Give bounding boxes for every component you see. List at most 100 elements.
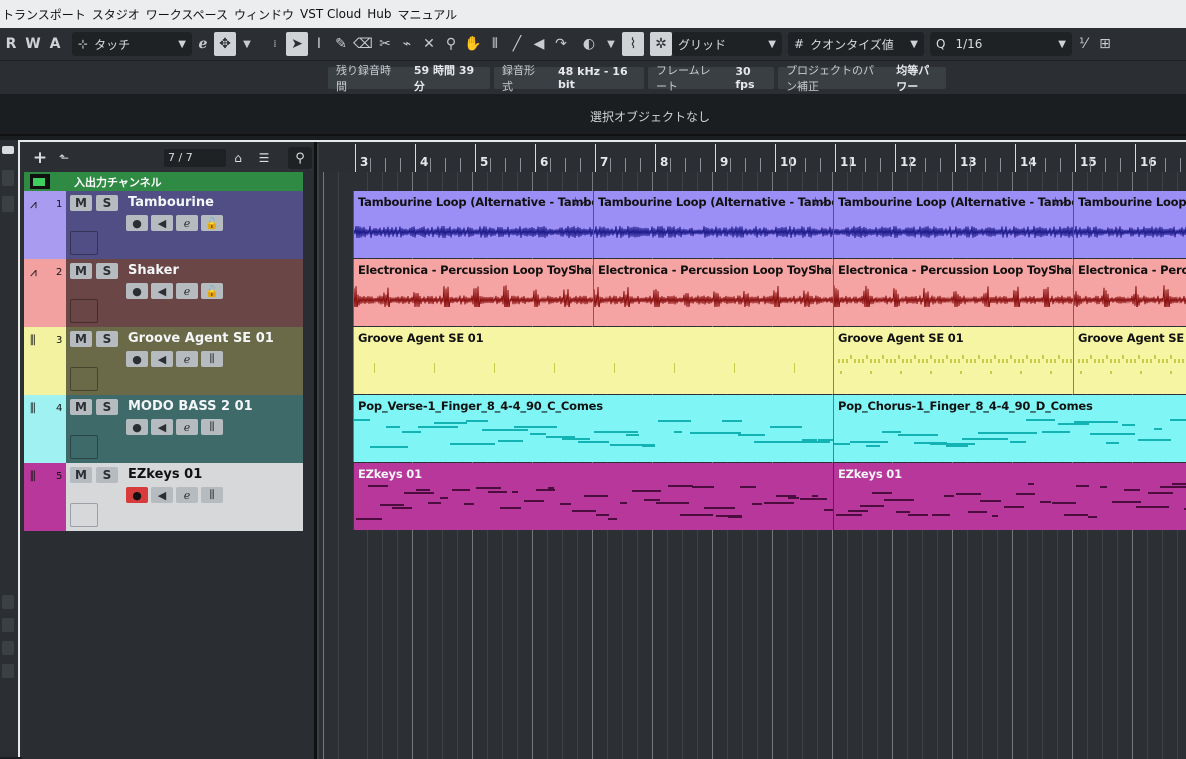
record-enable-icon[interactable]: ● [126, 487, 148, 503]
grid-icon[interactable]: ✲ [650, 32, 672, 56]
track-instrument[interactable]: ⫼ 4 M S MODO BASS 2 01 ● ◀ ℯ ⫼ [24, 395, 303, 463]
left-zone-tab[interactable] [2, 664, 14, 678]
menu-icon[interactable] [2, 146, 14, 154]
edit-in-place-icon[interactable]: ℯ [192, 32, 214, 56]
instrument-icon[interactable]: ⫼ [201, 487, 223, 503]
monitor-icon[interactable]: ◀ [151, 215, 173, 231]
search-icon[interactable]: ⚲ [288, 147, 312, 169]
io-channel-folder[interactable]: 入出力チャンネル [24, 172, 303, 191]
draw-icon[interactable]: ✎ [330, 32, 352, 56]
automation-mode-select[interactable]: ⊹ タッチ ▼ [72, 32, 192, 56]
write-automation-button[interactable]: W [22, 32, 44, 56]
midi-part[interactable]: Groove Agent SE 01 [353, 327, 833, 394]
track-instrument[interactable]: ⫼ 5 M S EZkeys 01 ● ◀ ℯ ⫼ [24, 463, 303, 531]
monitor-icon[interactable]: ◀ [151, 351, 173, 367]
left-zone-tab[interactable] [2, 595, 14, 609]
midi-part[interactable]: Pop_Chorus-1_Finger_8_4-4_90_D_Comes [833, 395, 1186, 462]
menu-workspace[interactable]: ワークスペース [146, 6, 234, 23]
menu-manual[interactable]: マニュアル [398, 6, 464, 23]
audio-event[interactable]: Tambourine Loop (Alt [1073, 191, 1186, 258]
left-zone-tab[interactable] [2, 196, 14, 212]
hand-icon[interactable]: ✋ [462, 32, 484, 56]
comp-icon[interactable]: ⫴ [484, 32, 506, 56]
mute-button[interactable]: M [70, 331, 92, 347]
instrument-icon[interactable]: ⫼ [201, 419, 223, 435]
rec-time-display[interactable]: 残り録音時間 59 時間 39 分 [328, 64, 490, 93]
menu-studio[interactable]: スタジオ [92, 6, 146, 23]
solo-button[interactable]: S [96, 331, 118, 347]
solo-button[interactable]: S [96, 399, 118, 415]
glue-icon[interactable]: ⌁ [396, 32, 418, 56]
track-name[interactable]: EZkeys 01 [128, 467, 202, 482]
track-name[interactable]: Shaker [128, 263, 179, 278]
audio-event[interactable]: Electronica - Percussion Loop ToyShak ♩ ⩘ [593, 259, 833, 326]
snap-type-select[interactable]: グリッド ▼ [672, 32, 782, 56]
lock-icon[interactable]: 🔓 [201, 283, 223, 299]
left-zone-tab[interactable] [2, 618, 14, 632]
left-zone-tab[interactable] [2, 641, 14, 655]
quantize-type-select[interactable]: # クオンタイズ値 ▼ [788, 32, 924, 56]
event-lane[interactable]: Pop_Verse-1_Finger_8_4-4_90_C_Comes Pop_C… [353, 395, 1186, 463]
solo-button[interactable]: S [96, 263, 118, 279]
audio-event[interactable]: Tambourine Loop (Alternative - Tambo ♩ ⩘ [833, 191, 1073, 258]
quantize-apply-icon[interactable]: ⊞ [1094, 32, 1116, 56]
audio-event[interactable]: Tambourine Loop (Alternative - Tambo ♩ ⩘ [353, 191, 593, 258]
ruler[interactable]: 3 4 5 6 7 8 9 10 11 12 13 14 15 16 [317, 144, 1186, 172]
split-icon[interactable]: ✂ [374, 32, 396, 56]
left-zone-tab[interactable] [2, 170, 14, 186]
mute-button[interactable]: M [70, 399, 92, 415]
automation-panel-button[interactable]: A [44, 32, 66, 56]
record-enable-icon[interactable]: ● [126, 283, 148, 299]
midi-part[interactable]: EZkeys 01 [833, 463, 1186, 530]
rec-format-display[interactable]: 録音形式 48 kHz - 16 bit [494, 64, 644, 93]
audio-event[interactable]: Electronica - Percussion Loop ToyShak ♩ ⩘ [353, 259, 593, 326]
edit-instrument-icon[interactable]: ℯ [176, 487, 198, 503]
edit-instrument-icon[interactable]: ℯ [176, 351, 198, 367]
track-audio[interactable]: ⩘ 2 M S Shaker ● ◀ ℯ 🔓 [24, 259, 303, 327]
edit-instrument-icon[interactable]: ℯ [176, 419, 198, 435]
lock-icon[interactable]: 🔓 [201, 215, 223, 231]
mute-button[interactable]: M [70, 263, 92, 279]
mute-button[interactable]: M [70, 195, 92, 211]
snap-icon[interactable]: ⌇ [622, 32, 644, 56]
menu-vst-cloud[interactable]: VST Cloud [300, 7, 367, 21]
menu-window[interactable]: ウィンドウ [234, 6, 300, 23]
track-count[interactable]: 7 / 7 [164, 149, 226, 167]
erase-icon[interactable]: ⌫ [352, 32, 374, 56]
line-icon[interactable]: ╱ [506, 32, 528, 56]
warp-icon[interactable]: ↷ [550, 32, 572, 56]
monitor-icon[interactable]: ◀ [151, 419, 173, 435]
track-name[interactable]: MODO BASS 2 01 [128, 399, 253, 414]
record-enable-icon[interactable]: ● [126, 215, 148, 231]
midi-part[interactable]: EZkeys 01 [353, 463, 833, 530]
midi-part[interactable]: Groove Agent SE 01 [1073, 327, 1186, 394]
audio-event[interactable]: Electronica - Percussi [1073, 259, 1186, 326]
track-instrument[interactable]: ⫼ 3 M S Groove Agent SE 01 ● ◀ ℯ ⫼ [24, 327, 303, 395]
quantize-value-select[interactable]: Q 1/16 ▼ [930, 32, 1072, 56]
constrain-delay-icon[interactable]: ✥ [214, 32, 236, 56]
event-lane[interactable]: Groove Agent SE 01 Groove Agent SE 01 Groo… [353, 327, 1186, 395]
range-icon[interactable]: I [308, 32, 330, 56]
event-display[interactable]: Tambourine Loop (Alternative - Tambo ♩ ⩘ T… [317, 172, 1186, 759]
add-track-menu-icon[interactable]: ⬑ [54, 149, 74, 167]
frame-rate-display[interactable]: フレームレート 30 fps [648, 64, 774, 93]
zoom-icon[interactable]: ⚲ [440, 32, 462, 56]
audio-event[interactable]: Electronica - Percussion Loop ToyShak ♩ ⩘ [833, 259, 1073, 326]
chevron-down-icon[interactable]: ▼ [600, 32, 622, 56]
mute-button[interactable]: M [70, 467, 92, 483]
audio-event[interactable]: Tambourine Loop (Alternative - Tambo ♩ ⩘ [593, 191, 833, 258]
edit-instrument-icon[interactable]: ℯ [176, 215, 198, 231]
record-enable-icon[interactable]: ● [126, 419, 148, 435]
mute-icon[interactable]: ✕ [418, 32, 440, 56]
add-track-icon[interactable]: + [30, 148, 50, 168]
track-settings-icon[interactable]: ☰ [254, 149, 274, 167]
event-lane[interactable]: EZkeys 01 EZkeys 01 [353, 463, 1186, 531]
speaker-icon[interactable]: ◀ [528, 32, 550, 56]
pan-law-display[interactable]: プロジェクトのパン補正 均等パワー [778, 64, 946, 93]
record-enable-icon[interactable]: ● [126, 351, 148, 367]
monitor-icon[interactable]: ◀ [151, 487, 173, 503]
menu-transport[interactable]: トランスポート [2, 6, 92, 23]
solo-button[interactable]: S [96, 195, 118, 211]
chevron-down-icon[interactable]: ▼ [236, 32, 258, 56]
track-visibility-icon[interactable]: ⌂ [228, 149, 248, 167]
